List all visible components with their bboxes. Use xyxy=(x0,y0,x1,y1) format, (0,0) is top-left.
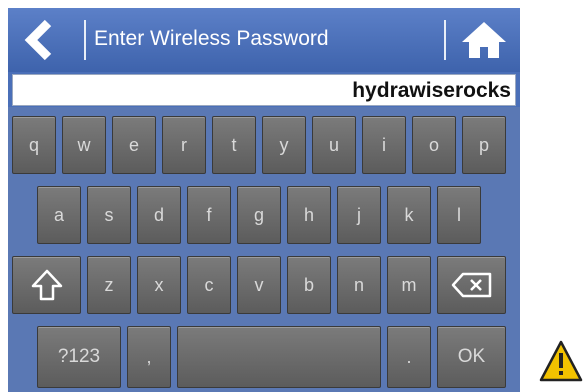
on-screen-keyboard: q w e r t y u i o p a s d f g h j k l z … xyxy=(8,107,520,392)
comma-key[interactable]: , xyxy=(127,326,171,388)
key-b[interactable]: b xyxy=(287,256,331,314)
key-y[interactable]: y xyxy=(262,116,306,174)
key-u[interactable]: u xyxy=(312,116,356,174)
key-o[interactable]: o xyxy=(412,116,456,174)
key-k[interactable]: k xyxy=(387,186,431,244)
key-n[interactable]: n xyxy=(337,256,381,314)
space-key[interactable] xyxy=(177,326,381,388)
device-screen: Enter Wireless Password hydrawiserocks q… xyxy=(8,8,520,392)
key-s[interactable]: s xyxy=(87,186,131,244)
warning-badge xyxy=(538,338,584,384)
key-c[interactable]: c xyxy=(187,256,231,314)
key-i[interactable]: i xyxy=(362,116,406,174)
shift-arrow-icon xyxy=(31,269,62,301)
key-q[interactable]: q xyxy=(12,116,56,174)
ok-key[interactable]: OK xyxy=(437,326,506,388)
key-e[interactable]: e xyxy=(112,116,156,174)
key-z[interactable]: z xyxy=(87,256,131,314)
key-v[interactable]: v xyxy=(237,256,281,314)
key-t[interactable]: t xyxy=(212,116,256,174)
numbers-key[interactable]: ?123 xyxy=(37,326,121,388)
back-button[interactable] xyxy=(14,18,76,62)
home-icon xyxy=(462,22,506,58)
header-bar: Enter Wireless Password xyxy=(8,8,520,72)
key-g[interactable]: g xyxy=(237,186,281,244)
key-l[interactable]: l xyxy=(437,186,481,244)
key-m[interactable]: m xyxy=(387,256,431,314)
password-value: hydrawiserocks xyxy=(352,79,511,102)
key-w[interactable]: w xyxy=(62,116,106,174)
warning-triangle-icon xyxy=(539,340,583,382)
key-r[interactable]: r xyxy=(162,116,206,174)
key-d[interactable]: d xyxy=(137,186,181,244)
key-a[interactable]: a xyxy=(37,186,81,244)
header-separator xyxy=(84,20,86,60)
key-j[interactable]: j xyxy=(337,186,381,244)
key-f[interactable]: f xyxy=(187,186,231,244)
period-key[interactable]: . xyxy=(387,326,431,388)
key-p[interactable]: p xyxy=(462,116,506,174)
backspace-icon xyxy=(451,272,491,298)
header-separator xyxy=(444,20,446,60)
key-x[interactable]: x xyxy=(137,256,181,314)
key-h[interactable]: h xyxy=(287,186,331,244)
home-button[interactable] xyxy=(456,18,512,62)
chevron-left-icon xyxy=(24,19,52,61)
password-field[interactable]: hydrawiserocks xyxy=(12,74,516,106)
page-title: Enter Wireless Password xyxy=(94,27,329,50)
backspace-key[interactable] xyxy=(437,256,506,314)
shift-key[interactable] xyxy=(12,256,81,314)
